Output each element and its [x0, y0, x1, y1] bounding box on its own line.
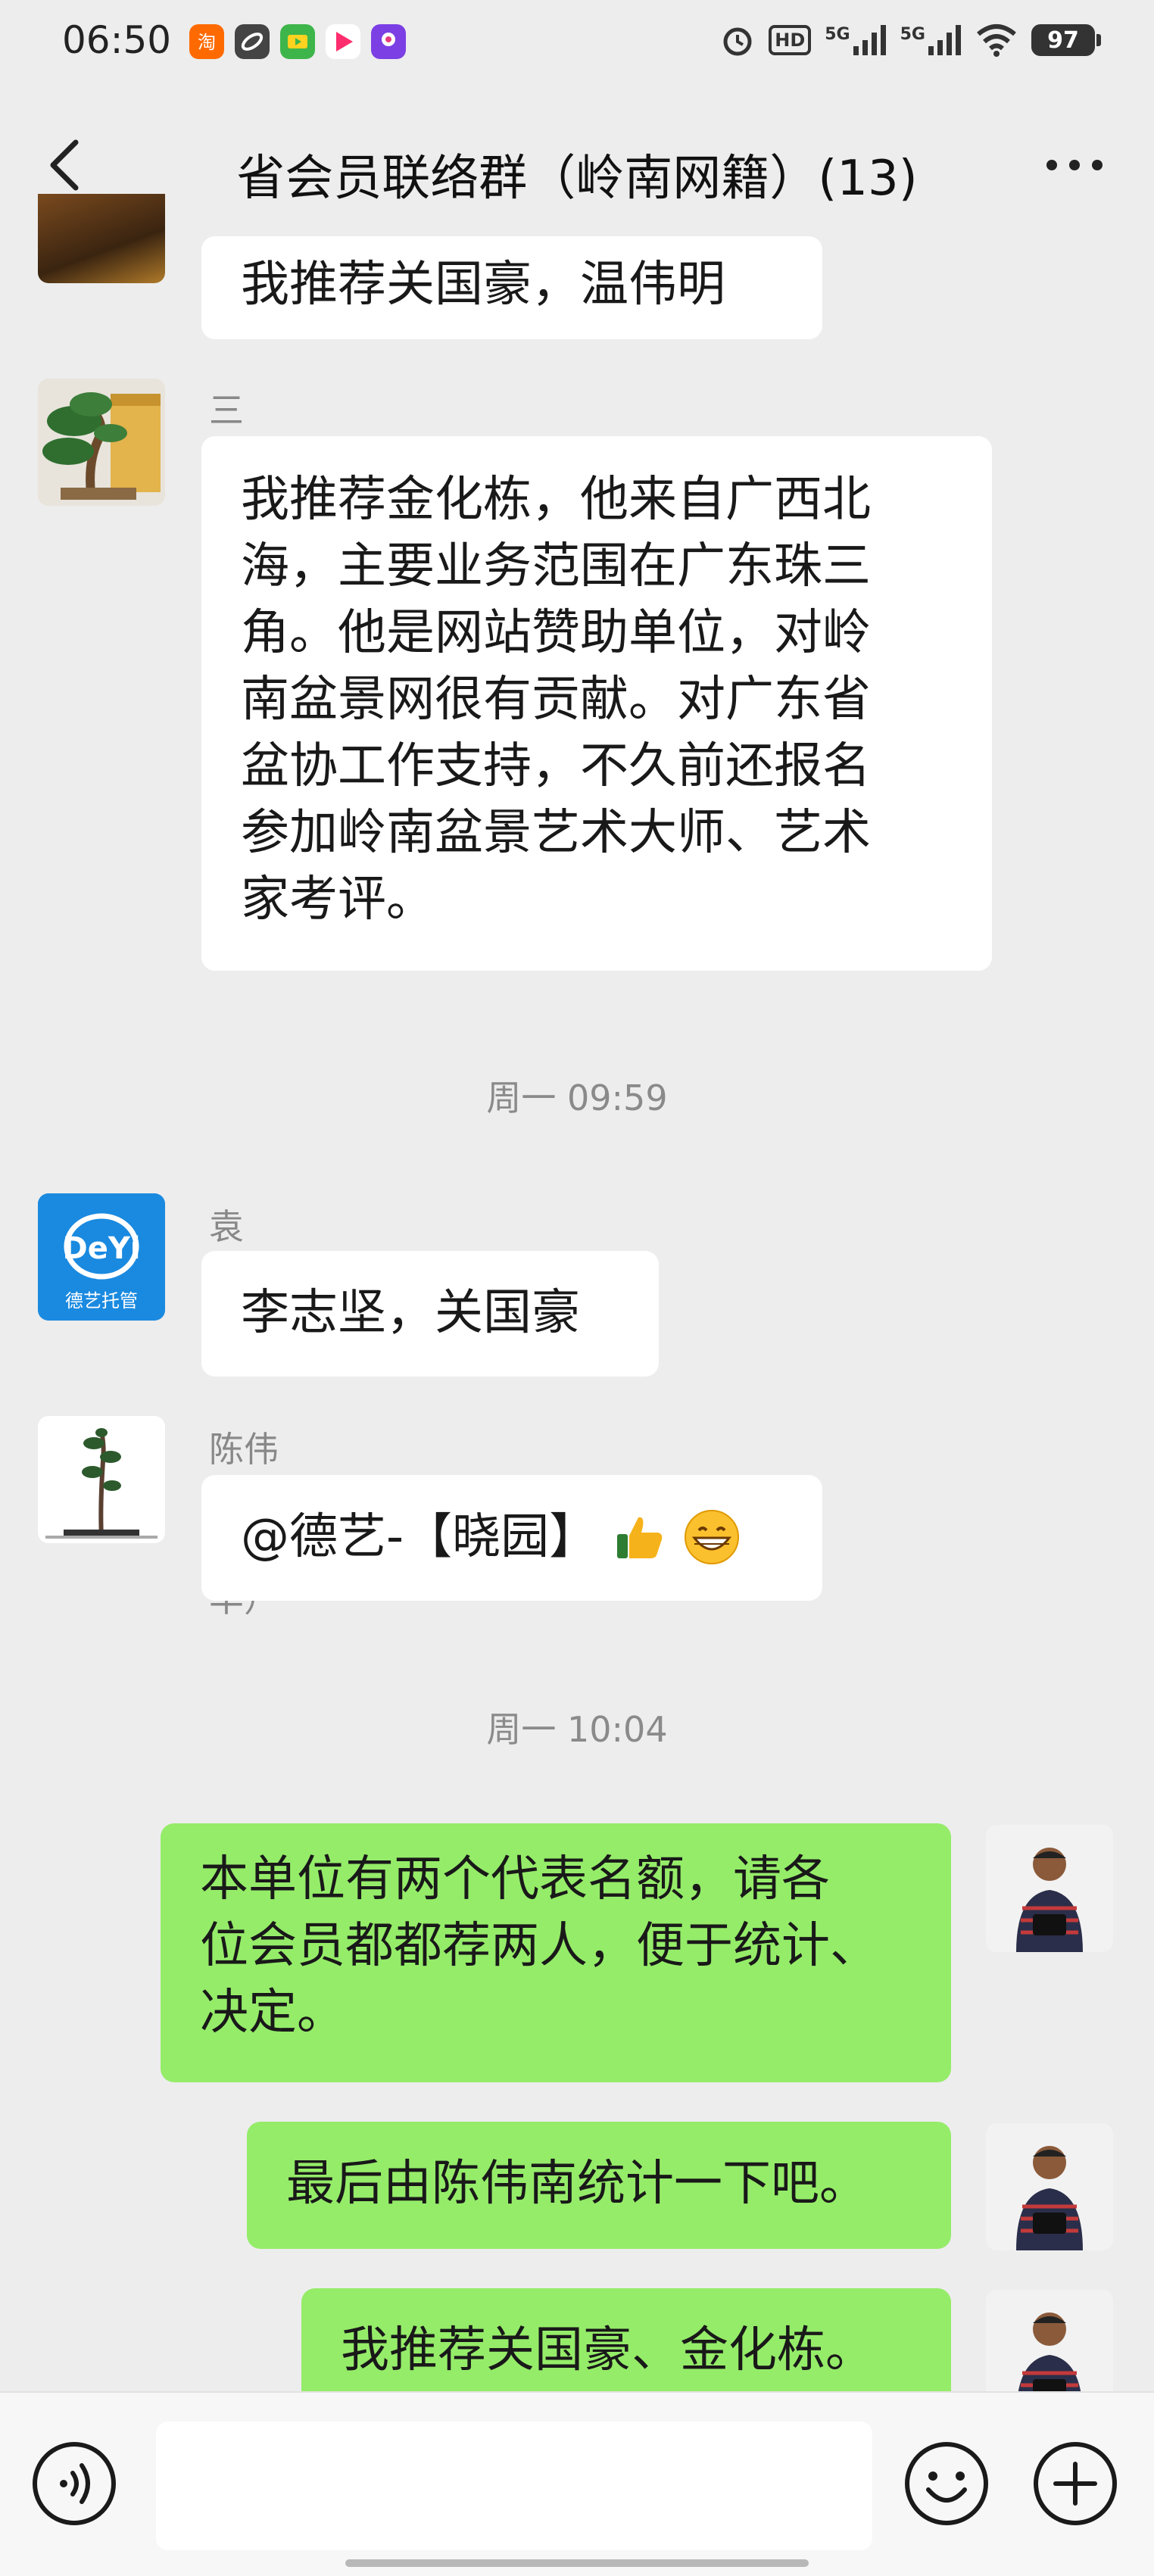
- avatar[interactable]: [38, 1416, 165, 1543]
- signal-icon-2: 5G: [900, 25, 962, 55]
- status-time: 06:50: [62, 18, 172, 62]
- thumbs-up-icon: [617, 1517, 663, 1558]
- link-app-icon: [235, 24, 270, 59]
- notification-icons: 淘: [189, 24, 406, 59]
- avatar[interactable]: [38, 379, 165, 506]
- avatar[interactable]: [986, 2123, 1113, 2250]
- play-app-icon: [326, 24, 360, 59]
- avatar[interactable]: DeYi 德艺托管: [38, 1193, 165, 1321]
- chat-input-bar: [0, 2391, 1154, 2576]
- time-separator: 周一 09:59: [486, 1077, 668, 1118]
- more-dots-icon[interactable]: [1040, 142, 1109, 188]
- hd-icon: HD: [769, 25, 812, 55]
- user-photo-avatar: [986, 1825, 1113, 1952]
- time-separator: 周一 10:04: [486, 1709, 668, 1750]
- svg-text:德艺托管: 德艺托管: [65, 1290, 138, 1311]
- message-bubble[interactable]: 本单位有两个代表名额，请各 位会员都都荐两人，便于统计、 决定。: [161, 1823, 951, 2082]
- bonsai-avatar-image: [38, 379, 165, 506]
- grin-emoji-icon: [685, 1510, 740, 1564]
- status-bar: 06:50 淘 HD 5G 5G 97: [0, 0, 1154, 89]
- system-status-icons: HD 5G 5G 97: [720, 23, 1101, 58]
- user-photo-avatar: [986, 2123, 1113, 2250]
- chat-title: 省会员联络群（岭南网籍）(13): [236, 151, 918, 207]
- emoji-icon[interactable]: [903, 2440, 990, 2528]
- avatar[interactable]: [986, 1825, 1113, 1952]
- message-bubble[interactable]: 我推荐关国豪，温伟明: [201, 236, 822, 339]
- video-app-icon: [280, 24, 315, 59]
- battery-icon: 97: [1031, 24, 1101, 56]
- avatar[interactable]: [38, 194, 165, 283]
- chat-header: 省会员联络群（岭南网籍）(13): [0, 89, 1154, 247]
- deyi-logo-avatar: DeYi 德艺托管: [38, 1193, 165, 1321]
- message-bubble[interactable]: 我推荐金化栋，他来自广西北 海，主要业务范围在广东珠三 角。他是网站赞助单位，对…: [201, 436, 992, 971]
- plus-icon[interactable]: [1031, 2440, 1119, 2528]
- taobao-app-icon: 淘: [189, 24, 224, 59]
- home-indicator[interactable]: [345, 2559, 809, 2567]
- message-bubble[interactable]: @德艺-【晓园】: [201, 1475, 822, 1601]
- pine-avatar-image: [38, 1416, 165, 1543]
- voice-icon[interactable]: [30, 2440, 118, 2528]
- signal-icon: 5G: [825, 25, 886, 55]
- message-input[interactable]: [156, 2422, 872, 2550]
- svg-text:淘: 淘: [198, 32, 216, 53]
- wifi-icon: [977, 24, 1016, 57]
- message-bubble[interactable]: 最后由陈伟南统计一下吧。: [247, 2122, 951, 2249]
- message-bubble[interactable]: 李志坚，关国豪: [201, 1251, 659, 1377]
- svg-text:DeYi: DeYi: [62, 1231, 140, 1266]
- music-app-icon: [371, 24, 406, 59]
- alarm-icon: [723, 27, 752, 56]
